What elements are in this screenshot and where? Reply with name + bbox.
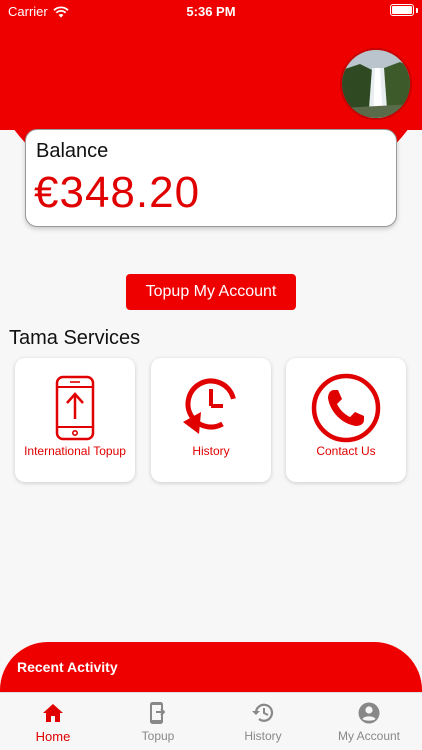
recent-activity-title: Recent Activity [17,659,118,675]
tab-topup[interactable]: Topup [105,693,211,750]
status-time: 5:36 PM [186,4,236,19]
phone-upload-icon [55,375,95,441]
tab-my-account[interactable]: My Account [316,693,422,750]
tab-label: Topup [141,729,175,743]
phone-call-icon [311,373,381,443]
clock-history-icon [183,378,237,434]
tab-home[interactable]: Home [0,693,106,750]
avatar[interactable] [340,48,412,120]
history-icon [252,703,274,722]
balance-card: Balance €348.20 [25,129,397,227]
tab-label: History [244,729,282,743]
service-label: History [192,444,230,458]
tab-bar: Home Topup History My Account [0,692,422,750]
service-history[interactable]: History [151,358,271,482]
mobile-topup-icon [150,702,166,724]
service-label: Contact Us [316,444,376,458]
tab-history[interactable]: History [210,693,316,750]
tab-label: Home [35,729,71,744]
status-bar: Carrier 5:36 PM [0,0,422,24]
account-circle-icon [358,702,380,724]
tab-label: My Account [337,729,401,743]
balance-amount: €348.20 [34,168,201,217]
home-icon [43,704,63,722]
service-contact-us[interactable]: Contact Us [286,358,406,482]
service-label: International Topup [24,444,126,458]
service-international-topup[interactable]: International Topup [15,358,135,482]
battery-icon [390,4,414,16]
services-title: Tama Services [9,327,141,349]
topup-my-account-button[interactable]: Topup My Account [126,274,296,310]
balance-label: Balance [36,140,109,162]
